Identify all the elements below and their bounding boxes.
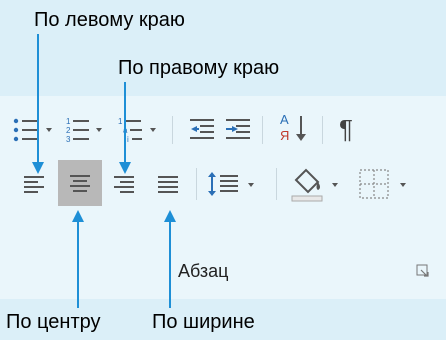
show-formatting-button[interactable]: ¶ <box>336 110 362 146</box>
line-spacing-button[interactable] <box>208 166 264 202</box>
align-left-button[interactable] <box>20 168 50 200</box>
justify-button[interactable] <box>154 168 184 200</box>
svg-text:i: i <box>127 135 129 144</box>
pilcrow-icon: ¶ <box>339 114 353 144</box>
ribbon-divider <box>276 168 277 200</box>
ribbon-divider <box>322 116 323 144</box>
numbering-icon: 1 2 3 <box>66 117 102 144</box>
ribbon-divider <box>172 116 173 144</box>
svg-text:a: a <box>123 126 128 135</box>
decrease-indent-icon <box>190 119 214 139</box>
sort-az-icon: A Я <box>280 112 306 143</box>
paint-bucket-icon <box>291 168 338 202</box>
bullets-icon <box>13 118 52 142</box>
decrease-indent-button[interactable] <box>186 114 220 146</box>
callout-justify: По ширине <box>152 311 255 333</box>
align-right-button[interactable] <box>110 168 140 200</box>
svg-text:Я: Я <box>280 128 289 143</box>
align-left-icon <box>24 176 44 193</box>
callout-align-center: По центру <box>6 311 101 333</box>
increase-indent-button[interactable] <box>222 114 256 146</box>
increase-indent-icon <box>226 119 250 139</box>
paragraph-ribbon-group: 1 2 3 1 a i A Я ¶ Абзац <box>0 96 446 299</box>
numbering-button[interactable]: 1 2 3 <box>66 114 114 146</box>
dialog-launcher-icon <box>416 264 429 277</box>
borders-icon <box>359 169 406 199</box>
svg-text:3: 3 <box>66 135 71 144</box>
shading-button[interactable] <box>288 164 350 204</box>
callout-align-left: По левому краю <box>34 9 185 31</box>
dropdown-arrow-icon <box>46 128 52 132</box>
group-label: Абзац <box>178 261 229 281</box>
svg-text:1: 1 <box>66 117 71 126</box>
paragraph-settings-launcher[interactable] <box>416 264 430 278</box>
align-center-icon <box>70 175 90 192</box>
svg-text:A: A <box>280 112 289 127</box>
ribbon-divider <box>262 116 263 144</box>
svg-text:1: 1 <box>118 117 123 126</box>
justify-icon <box>158 176 178 193</box>
svg-text:¶: ¶ <box>339 114 353 144</box>
sort-button[interactable]: A Я <box>278 110 312 146</box>
multilevel-list-icon: 1 a i <box>118 117 156 144</box>
multilevel-list-button[interactable]: 1 a i <box>118 114 170 146</box>
ribbon-divider <box>196 168 197 200</box>
align-center-button[interactable] <box>58 160 102 206</box>
align-right-icon <box>114 176 134 193</box>
svg-text:2: 2 <box>66 126 71 135</box>
bullets-button[interactable] <box>12 114 64 146</box>
borders-button[interactable] <box>354 164 420 204</box>
line-spacing-icon <box>208 172 254 196</box>
callout-align-right: По правому краю <box>118 57 280 79</box>
